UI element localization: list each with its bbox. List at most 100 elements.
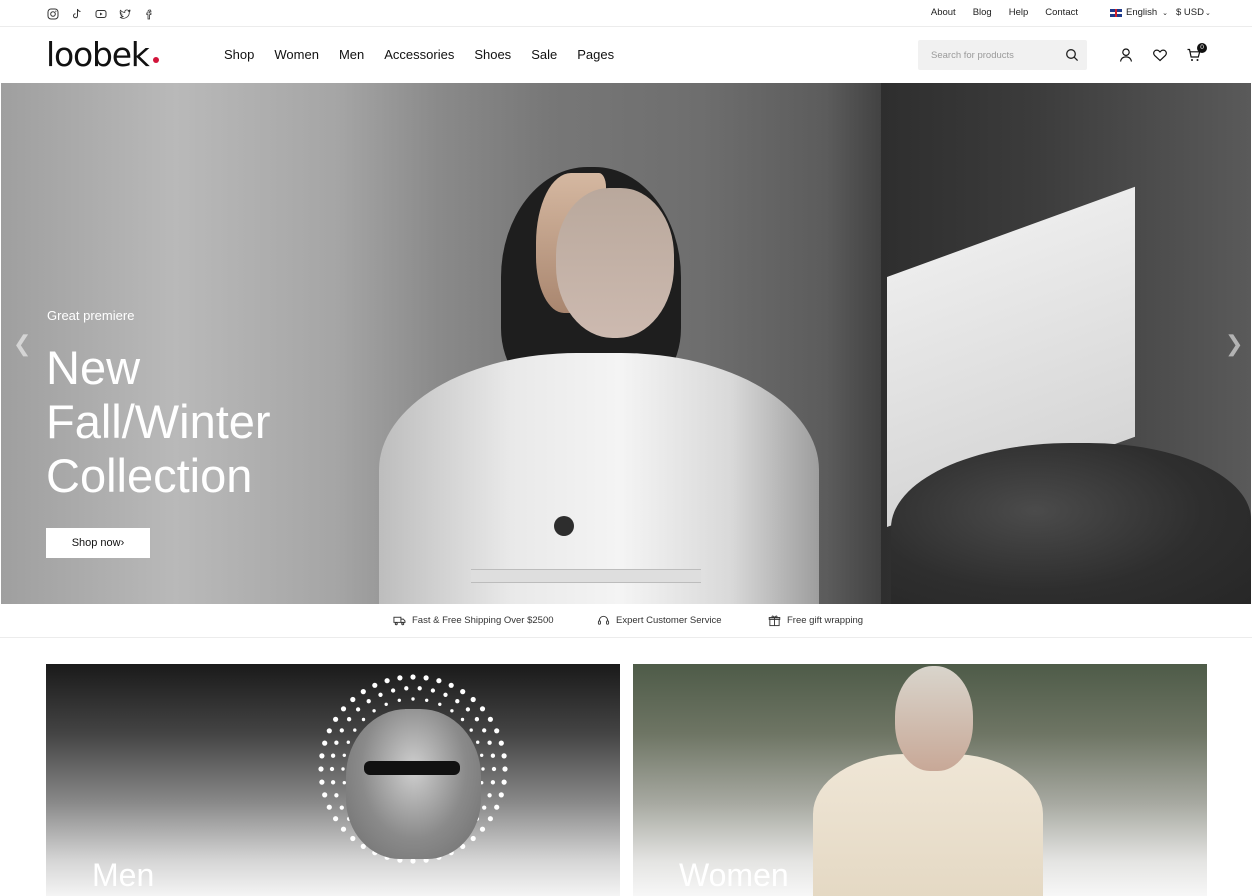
dot-ring-dot bbox=[330, 780, 336, 785]
dot-ring-dot bbox=[490, 780, 496, 785]
nav-item-accessories[interactable]: Accessories bbox=[384, 47, 454, 62]
feature-service-text: Expert Customer Service bbox=[616, 615, 722, 626]
main-nav: Shop Women Men Accessories Shoes Sale Pa… bbox=[224, 47, 614, 62]
dot-ring-dot bbox=[436, 678, 442, 684]
hero-coat-button bbox=[554, 516, 574, 536]
heart-icon[interactable] bbox=[1152, 47, 1168, 63]
facebook-icon[interactable] bbox=[142, 7, 155, 20]
search-icon[interactable] bbox=[1065, 48, 1079, 62]
language-selector[interactable]: English ⌄ bbox=[1110, 7, 1168, 18]
dot-ring-dot bbox=[474, 717, 480, 722]
chevron-down-icon: ⌄ bbox=[1162, 9, 1169, 17]
dot-ring-dot bbox=[501, 753, 507, 759]
dot-ring-dot bbox=[470, 835, 476, 842]
dot-ring-dot bbox=[410, 674, 416, 680]
headset-icon bbox=[597, 615, 610, 625]
twitter-icon[interactable] bbox=[118, 7, 131, 20]
hero-plants bbox=[891, 443, 1251, 604]
dot-ring-dot bbox=[448, 682, 454, 688]
men-model-head bbox=[346, 709, 481, 859]
dot-ring-dot bbox=[460, 717, 465, 722]
dot-ring-dot bbox=[491, 766, 497, 772]
uk-flag-icon bbox=[1110, 8, 1122, 17]
dot-ring-dot bbox=[378, 692, 383, 697]
dot-ring-dot bbox=[334, 740, 339, 745]
feature-gift-text: Free gift wrapping bbox=[787, 615, 864, 626]
instagram-icon[interactable] bbox=[46, 7, 59, 20]
dot-ring-dot bbox=[322, 740, 328, 746]
dot-ring-dot bbox=[333, 716, 339, 722]
social-links bbox=[46, 7, 155, 20]
hero-headline: New Fall/Winter Collection bbox=[46, 341, 271, 503]
dot-ring-dot bbox=[494, 804, 500, 810]
hero-eyebrow: Great premiere bbox=[47, 308, 135, 323]
dot-ring-dot bbox=[423, 675, 429, 681]
dot-ring-dot bbox=[487, 816, 493, 822]
top-link-about[interactable]: About bbox=[931, 7, 956, 18]
dot-ring-dot bbox=[342, 753, 346, 757]
feature-service: Expert Customer Service bbox=[597, 614, 722, 627]
dot-ring-dot bbox=[372, 682, 378, 688]
youtube-icon[interactable] bbox=[94, 7, 107, 20]
dot-ring-dot bbox=[322, 792, 328, 798]
dot-ring-dot bbox=[333, 816, 339, 822]
slider-next-icon[interactable]: ❯ bbox=[1225, 331, 1243, 357]
logo[interactable]: loobek bbox=[46, 35, 150, 74]
arrow-right-icon: › bbox=[120, 537, 125, 549]
top-link-blog[interactable]: Blog bbox=[973, 7, 992, 18]
nav-item-sale[interactable]: Sale bbox=[531, 47, 557, 62]
dot-ring-dot bbox=[372, 709, 376, 713]
dot-ring-dot bbox=[417, 686, 422, 691]
category-card-men[interactable]: Men bbox=[46, 664, 620, 896]
dot-ring-dot bbox=[329, 766, 335, 772]
dot-ring-dot bbox=[339, 805, 344, 810]
dot-ring-dot bbox=[319, 753, 325, 759]
dot-ring-dot bbox=[425, 698, 429, 702]
men-model-sunglasses bbox=[364, 761, 460, 775]
dot-ring-dot bbox=[450, 709, 454, 713]
hero-slider: ❮ ❯ Great premiere New Fall/Winter Colle… bbox=[1, 83, 1251, 604]
language-label: English bbox=[1126, 7, 1158, 18]
nav-item-shoes[interactable]: Shoes bbox=[474, 47, 511, 62]
dot-ring-dot bbox=[494, 728, 500, 734]
dot-ring-dot bbox=[438, 702, 442, 706]
dot-ring-dot bbox=[443, 692, 448, 697]
nav-item-women[interactable]: Women bbox=[274, 47, 319, 62]
dot-ring-dot bbox=[346, 740, 350, 744]
dot-ring-dot bbox=[334, 793, 339, 798]
top-link-help[interactable]: Help bbox=[1009, 7, 1029, 18]
nav-item-men[interactable]: Men bbox=[339, 47, 364, 62]
nav-item-pages[interactable]: Pages bbox=[577, 47, 614, 62]
dot-ring-dot bbox=[397, 698, 401, 702]
slider-prev-icon[interactable]: ❮ bbox=[13, 331, 31, 357]
dot-ring-dot bbox=[482, 805, 487, 810]
feature-gift: Free gift wrapping bbox=[768, 614, 863, 627]
shop-now-button[interactable]: Shop now› bbox=[46, 528, 150, 558]
dot-ring-dot bbox=[384, 702, 388, 706]
dot-ring-dot bbox=[319, 779, 325, 785]
tiktok-icon[interactable] bbox=[70, 7, 83, 20]
dot-ring-dot bbox=[318, 766, 324, 772]
currency-label: $ USD bbox=[1176, 7, 1204, 18]
dot-ring-dot bbox=[465, 707, 471, 712]
dot-ring-dot bbox=[346, 717, 352, 722]
dot-ring-dot bbox=[481, 767, 485, 771]
top-links: About Blog Help Contact bbox=[931, 7, 1078, 18]
top-link-contact[interactable]: Contact bbox=[1045, 7, 1078, 18]
features-bar: Fast & Free Shipping Over $2500 Expert C… bbox=[0, 604, 1252, 638]
dot-ring-dot bbox=[339, 728, 344, 733]
currency-selector[interactable]: $ USD⌄ bbox=[1176, 7, 1211, 18]
category-card-women[interactable]: Women bbox=[633, 664, 1207, 896]
dot-ring-dot bbox=[455, 699, 460, 704]
dot-ring-dot bbox=[355, 707, 361, 712]
feature-shipping: Fast & Free Shipping Over $2500 bbox=[393, 614, 554, 627]
hero-model-coat bbox=[379, 353, 819, 604]
nav-item-shop[interactable]: Shop bbox=[224, 47, 254, 62]
search-input[interactable] bbox=[918, 40, 1058, 70]
dot-ring-dot bbox=[366, 699, 371, 704]
user-icon[interactable] bbox=[1118, 47, 1134, 63]
dot-ring-dot bbox=[384, 678, 390, 684]
dot-ring-dot bbox=[487, 740, 492, 745]
category-label-men: Men bbox=[92, 857, 155, 893]
dot-ring-dot bbox=[487, 716, 493, 722]
